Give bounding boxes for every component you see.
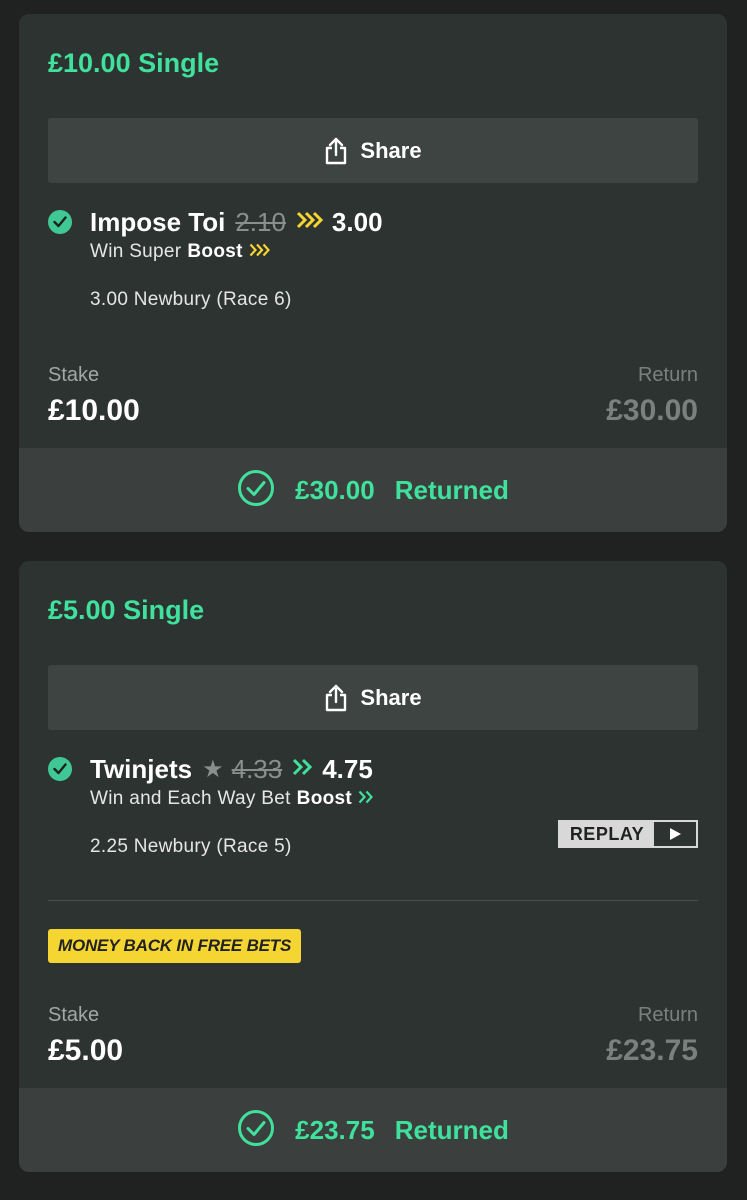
bet-title: £5.00 Single: [48, 595, 205, 625]
star-icon: ★: [202, 755, 224, 783]
race-info: 3.00 Newbury (Race 6): [90, 289, 292, 310]
check-icon: [48, 757, 72, 781]
boost-chevrons-small-icon: [358, 788, 374, 810]
share-label: Share: [360, 684, 422, 710]
stake-value: £5.00: [48, 1034, 124, 1067]
share-button[interactable]: Share: [48, 665, 698, 730]
boost-chevrons-icon: [296, 211, 324, 234]
returned-text: Returned: [394, 474, 509, 505]
old-odds: 4.33: [231, 753, 283, 784]
boost-prefix: Win Super: [90, 241, 182, 262]
check-circle-icon: [237, 469, 275, 512]
return-value: £23.75: [606, 1034, 698, 1067]
returned-text: Returned: [394, 1114, 509, 1145]
old-odds: 2.10: [235, 206, 286, 237]
share-icon: [324, 137, 348, 165]
returned-amount: £30.00: [295, 474, 375, 505]
runner-name: Twinjets: [90, 753, 193, 784]
check-icon: [48, 210, 72, 234]
return-label: Return: [637, 364, 698, 386]
promo-badge: MONEY BACK IN FREE BETS: [48, 929, 302, 963]
play-icon: [654, 822, 696, 846]
returned-amount: £23.75: [295, 1114, 375, 1145]
boost-description: Win Super Boost: [90, 241, 698, 263]
divider: [48, 900, 698, 901]
replay-label: REPLAY: [560, 822, 654, 846]
replay-button[interactable]: REPLAY: [558, 820, 698, 848]
selection: Impose Toi 2.10 3.00 Win Super Boost 3.0…: [48, 205, 698, 311]
boost-word: Boost: [296, 788, 352, 809]
stake-value: £10.00: [48, 394, 140, 427]
bet-title: £10.00 Single: [48, 48, 220, 78]
boost-word: Boost: [187, 241, 243, 262]
new-odds: 4.75: [322, 753, 373, 784]
boost-chevrons-small-icon: [249, 241, 271, 263]
share-button[interactable]: Share: [48, 118, 698, 183]
boost-description: Win and Each Way Bet Boost: [90, 788, 698, 810]
stake-label: Stake: [48, 1004, 100, 1026]
runner-name: Impose Toi: [90, 206, 226, 237]
returned-status: £23.75 Returned: [19, 1088, 727, 1172]
new-odds: 3.00: [331, 206, 383, 237]
return-value: £30.00: [606, 394, 698, 427]
returned-status: £30.00 Returned: [19, 448, 727, 532]
bet-card-2: £5.00 Single Share Twinjets ★ 4.33 4.75 …: [19, 561, 727, 1172]
check-circle-icon: [237, 1109, 275, 1152]
bet-card-1: £10.00 Single Share Impose Toi 2.10 3.00…: [19, 14, 727, 532]
return-label: Return: [637, 1004, 698, 1026]
share-label: Share: [360, 137, 422, 163]
boost-prefix: Win and Each Way Bet: [90, 788, 291, 809]
share-icon: [324, 684, 348, 712]
boost-chevrons-icon: [292, 758, 314, 781]
stake-label: Stake: [48, 364, 100, 386]
